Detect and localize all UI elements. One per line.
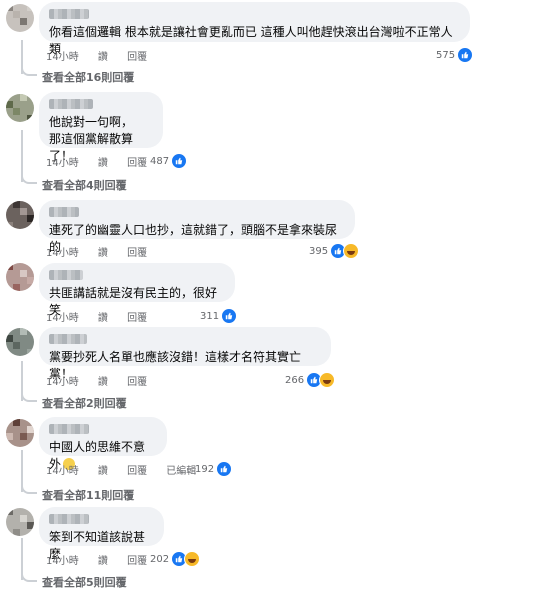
timestamp[interactable]: 14小時: [46, 556, 79, 567]
timestamp[interactable]: 14小時: [46, 52, 79, 63]
view-replies-link[interactable]: 查看全部11則回覆: [42, 487, 134, 503]
reply-button[interactable]: 回覆: [127, 466, 147, 477]
like-button[interactable]: 讚: [98, 377, 108, 388]
reaction-summary[interactable]: 487: [150, 153, 188, 169]
reply-connector: [21, 482, 37, 494]
timestamp[interactable]: 14小時: [46, 313, 79, 324]
reaction-summary[interactable]: 575: [436, 47, 474, 63]
timestamp[interactable]: 14小時: [46, 158, 79, 169]
reply-button[interactable]: 回覆: [127, 556, 147, 567]
reaction-count: 395: [309, 245, 329, 257]
reaction-summary[interactable]: 266: [285, 372, 336, 388]
comment-meta: 14小時 讚 回覆: [46, 244, 163, 259]
view-replies-link[interactable]: 查看全部5則回覆: [42, 574, 127, 590]
avatar[interactable]: [6, 328, 34, 356]
like-button[interactable]: 讚: [98, 158, 108, 169]
like-button[interactable]: 讚: [98, 556, 108, 567]
comment-bubble: 中國人的思維不意外: [39, 417, 167, 471]
reaction-count: 311: [200, 310, 220, 322]
avatar[interactable]: [6, 94, 34, 122]
like-button[interactable]: 讚: [98, 313, 108, 324]
reply-button[interactable]: 回覆: [127, 52, 147, 63]
reaction-count: 575: [436, 49, 456, 61]
like-icon: [457, 47, 474, 63]
haha-icon: [184, 551, 201, 567]
reply-button[interactable]: 回覆: [127, 313, 147, 324]
comment-meta: 14小時 讚 回覆: [46, 552, 163, 567]
view-replies-link[interactable]: 查看全部16則回覆: [42, 69, 134, 85]
timestamp[interactable]: 14小時: [46, 248, 79, 259]
like-icon: [171, 153, 188, 169]
avatar[interactable]: [6, 419, 34, 447]
comment-meta: 14小時 讚 回覆 已編輯: [46, 462, 212, 477]
avatar[interactable]: [6, 508, 34, 536]
view-replies-link[interactable]: 查看全部4則回覆: [42, 177, 127, 193]
like-button[interactable]: 讚: [98, 52, 108, 63]
timestamp[interactable]: 14小時: [46, 466, 79, 477]
like-icon: [216, 461, 233, 477]
reaction-count: 266: [285, 374, 305, 386]
reply-button[interactable]: 回覆: [127, 248, 147, 259]
reaction-summary[interactable]: 311: [200, 308, 238, 324]
reply-button[interactable]: 回覆: [127, 377, 147, 388]
avatar[interactable]: [6, 201, 34, 229]
comment-bubble: 連死了的幽靈人口也抄，這就錯了，頭腦不是拿來裝尿的: [39, 200, 355, 254]
reply-connector: [21, 570, 37, 582]
haha-icon: [319, 372, 336, 388]
commenter-name[interactable]: [49, 99, 93, 109]
timestamp[interactable]: 14小時: [46, 377, 79, 388]
commenter-name[interactable]: [49, 424, 89, 434]
commenter-name[interactable]: [49, 9, 89, 19]
reaction-count: 487: [150, 155, 170, 167]
reply-button[interactable]: 回覆: [127, 158, 147, 169]
edited-label[interactable]: 已編輯: [166, 466, 196, 477]
comment-bubble: 他說對一句啊， 那這個黨解散算了！: [39, 92, 163, 163]
avatar[interactable]: [6, 263, 34, 291]
reply-connector: [21, 64, 37, 76]
commenter-name[interactable]: [49, 334, 87, 344]
comment-bubble: 黨要抄死人名單也應該沒錯！這樣才名符其實亡黨！: [39, 327, 331, 381]
haha-icon: [343, 243, 360, 259]
like-icon: [221, 308, 238, 324]
commenter-name[interactable]: [49, 514, 89, 524]
commenter-name[interactable]: [49, 207, 79, 217]
comment-bubble: 共匪講話就是沒有民主的，很好笑: [39, 263, 235, 317]
reaction-count: 192: [195, 463, 215, 475]
comment-meta: 14小時 讚 回覆: [46, 309, 163, 324]
reaction-summary[interactable]: 192: [195, 461, 233, 477]
reaction-count: 202: [150, 553, 170, 565]
comment-meta: 14小時 讚 回覆: [46, 154, 163, 169]
commenter-name[interactable]: [49, 270, 83, 280]
reaction-summary[interactable]: 202: [150, 551, 201, 567]
view-replies-link[interactable]: 查看全部2則回覆: [42, 395, 127, 411]
like-button[interactable]: 讚: [98, 466, 108, 477]
like-button[interactable]: 讚: [98, 248, 108, 259]
reaction-summary[interactable]: 395: [309, 243, 360, 259]
reply-connector: [21, 390, 37, 402]
comment-bubble: 你看這個邏輯 根本就是讓社會更亂而已 這種人叫他趕快滾出台灣啦不正常人類: [39, 2, 470, 56]
avatar[interactable]: [6, 4, 34, 32]
comment-meta: 14小時 讚 回覆: [46, 373, 163, 388]
comment-bubble: 笨到不知道該說甚麼: [39, 507, 164, 561]
reply-connector: [21, 172, 37, 184]
comment-meta: 14小時 讚 回覆: [46, 48, 163, 63]
